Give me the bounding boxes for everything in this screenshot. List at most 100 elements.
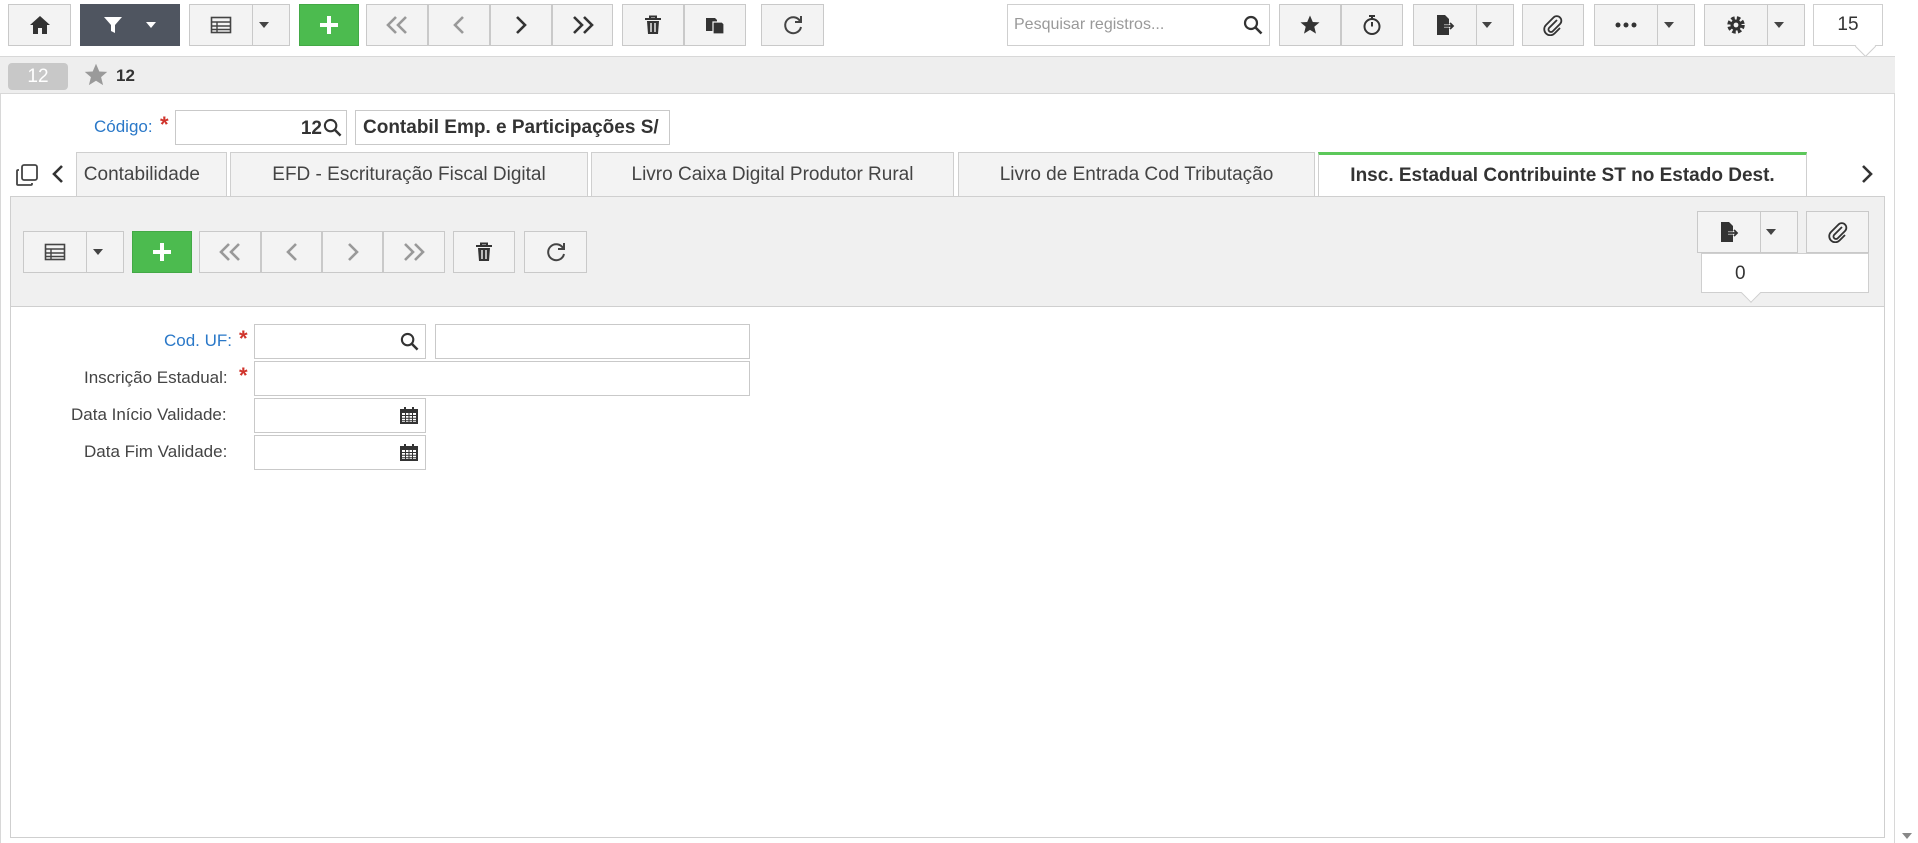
detail-view-mode-button[interactable] <box>23 231 124 273</box>
chevron-left-icon <box>453 16 464 34</box>
gear-icon <box>1726 16 1745 34</box>
detail-export-button[interactable] <box>1697 211 1798 253</box>
tab-label: Insc. Estadual Contribuinte ST no Estado… <box>1350 164 1775 186</box>
main-toolbar: 15 <box>0 0 1918 52</box>
next-record-button[interactable] <box>490 4 552 46</box>
chevron-right-icon <box>516 16 527 34</box>
cod-uf-label[interactable]: Cod. UF: <box>164 331 232 351</box>
search-input[interactable] <box>1014 5 1234 45</box>
record-count-value: 15 <box>1837 14 1859 35</box>
codigo-field[interactable]: 12 <box>175 110 347 145</box>
record-header: 12 12 <box>0 56 1895 94</box>
data-inicio-validade-label: Data Início Validade: <box>71 405 227 424</box>
stopwatch-icon <box>1363 15 1381 35</box>
cod-uf-field[interactable] <box>254 324 426 359</box>
timer-button[interactable] <box>1341 4 1403 46</box>
file-export-icon <box>1436 15 1455 35</box>
caret-down-icon <box>92 249 103 255</box>
refresh-button[interactable] <box>761 4 824 46</box>
attachment-count-value: 0 <box>1735 263 1746 284</box>
detail-previous-button[interactable] <box>261 231 322 273</box>
detail-last-button[interactable] <box>383 231 445 273</box>
home-button[interactable] <box>8 4 71 46</box>
plus-icon <box>153 243 171 261</box>
caret-down-icon <box>1481 22 1492 28</box>
view-mode-button[interactable] <box>189 4 290 46</box>
chevron-left-icon <box>285 243 297 261</box>
double-chevron-right-icon <box>404 243 425 261</box>
add-button[interactable] <box>299 4 359 46</box>
home-icon <box>29 16 50 34</box>
inscricao-estadual-label: Inscrição Estadual: <box>84 368 228 387</box>
double-chevron-left-icon <box>219 243 240 261</box>
search-icon[interactable] <box>400 332 419 351</box>
tab-label: Livro de Entrada Cod Tributação <box>999 163 1274 185</box>
search-icon[interactable] <box>1243 15 1263 35</box>
tab-insc-estadual[interactable]: Insc. Estadual Contribuinte ST no Estado… <box>1318 152 1807 196</box>
detail-first-button[interactable] <box>199 231 261 273</box>
refresh-icon <box>783 16 802 35</box>
first-record-button[interactable] <box>366 4 428 46</box>
detail-delete-button[interactable] <box>453 231 515 273</box>
separator <box>1760 212 1761 252</box>
codigo-description: Contabil Emp. e Participações S/ <box>355 110 670 145</box>
tab-livro-entrada[interactable]: Livro de Entrada Cod Tributação <box>958 152 1315 196</box>
delete-button[interactable] <box>622 4 684 46</box>
caret-down-icon <box>258 22 269 28</box>
scroll-down-arrow[interactable] <box>1902 833 1912 839</box>
codigo-label[interactable]: Código: <box>94 117 153 137</box>
search-icon[interactable] <box>323 118 342 137</box>
chevron-right-icon[interactable] <box>1860 164 1874 184</box>
tab-efd[interactable]: EFD - Escrituração Fiscal Digital <box>230 152 588 196</box>
separator <box>252 5 253 45</box>
separator <box>1476 5 1477 45</box>
grid-icon <box>44 243 65 261</box>
previous-record-button[interactable] <box>428 4 490 46</box>
detail-refresh-button[interactable] <box>524 231 587 273</box>
refresh-icon <box>546 243 565 262</box>
filter-icon <box>104 17 122 33</box>
tab-livro-caixa[interactable]: Livro Caixa Digital Produtor Rural <box>591 152 954 196</box>
chevron-left-icon[interactable] <box>51 164 65 184</box>
data-fim-validade-field[interactable] <box>254 435 426 470</box>
detail-next-button[interactable] <box>322 231 383 273</box>
window-copy-icon[interactable] <box>15 163 39 187</box>
inscricao-estadual-field[interactable] <box>254 361 750 396</box>
calendar-icon[interactable] <box>399 443 419 462</box>
record-title: 12 <box>116 66 135 85</box>
search-box <box>1007 4 1270 46</box>
filter-button[interactable] <box>80 4 180 46</box>
file-export-icon <box>1720 222 1739 242</box>
cod-uf-description <box>435 324 750 359</box>
ellipsis-icon <box>1615 22 1636 28</box>
duplicate-button[interactable] <box>684 4 746 46</box>
grid-icon <box>210 16 231 34</box>
caret-down-icon <box>1765 229 1776 235</box>
required-marker: * <box>160 112 169 137</box>
record-number-badge: 12 <box>8 63 68 90</box>
detail-attachment-button[interactable] <box>1806 211 1869 253</box>
record-number-value: 12 <box>27 65 49 87</box>
caret-down-icon <box>146 22 156 28</box>
copy-icon <box>706 18 725 35</box>
tab-label: Contabilidade <box>83 163 200 185</box>
more-options-button[interactable] <box>1594 4 1695 46</box>
tab-bar: Contabilidade EFD - Escrituração Fiscal … <box>0 152 1895 196</box>
settings-button[interactable] <box>1704 4 1805 46</box>
calendar-icon[interactable] <box>399 406 419 425</box>
paperclip-icon <box>1543 15 1563 36</box>
tab-contabilidade[interactable]: Contabilidade <box>76 152 227 196</box>
attachment-button[interactable] <box>1522 4 1584 46</box>
favorite-button[interactable] <box>1279 4 1341 46</box>
caret-down-icon <box>1773 22 1784 28</box>
star-icon[interactable] <box>83 62 109 88</box>
paperclip-icon <box>1827 222 1847 243</box>
double-chevron-left-icon <box>386 16 407 34</box>
data-fim-validade-label: Data Fim Validade: <box>84 442 228 461</box>
double-chevron-right-icon <box>572 16 594 34</box>
detail-add-button[interactable] <box>132 231 192 273</box>
last-record-button[interactable] <box>552 4 613 46</box>
record-count-badge: 15 <box>1813 4 1883 46</box>
data-inicio-validade-field[interactable] <box>254 398 426 433</box>
export-button[interactable] <box>1413 4 1514 46</box>
